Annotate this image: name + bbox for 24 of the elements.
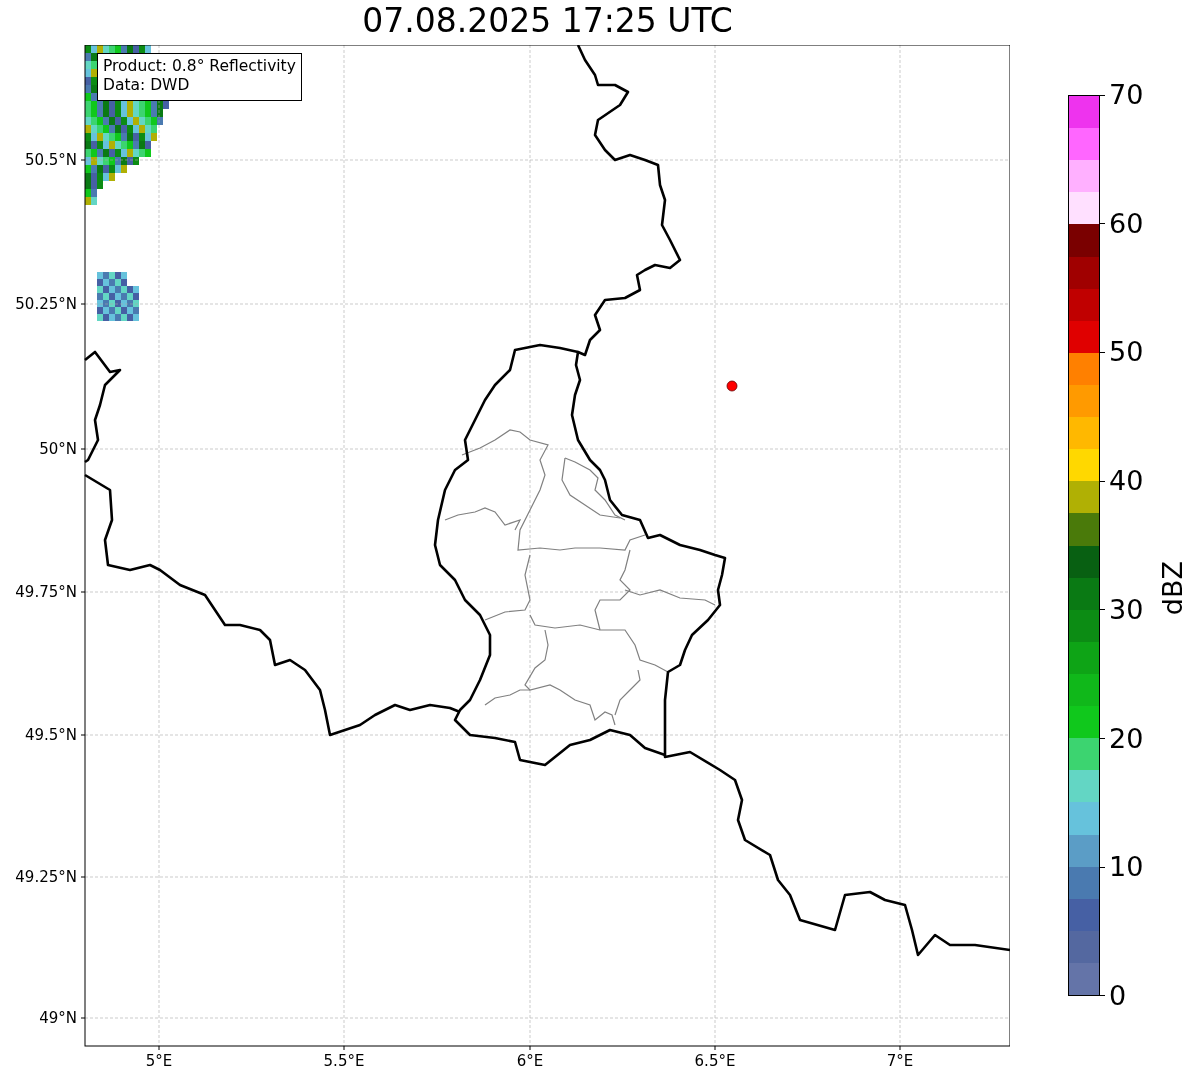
tick-label: 49.25°N	[15, 868, 77, 886]
tick-label: 7°E	[886, 1052, 914, 1070]
tick-label: 6.5°E	[694, 1052, 736, 1070]
tick-label: 30	[1109, 595, 1144, 624]
tick-label: 60	[1109, 209, 1144, 238]
info-text: Product: 0.8° Reflectivity	[103, 57, 296, 76]
tick-label: 10	[1109, 853, 1144, 882]
tick-label: 5.5°E	[323, 1052, 365, 1070]
tick-label: 49.5°N	[24, 726, 77, 744]
tick-label: 50	[1109, 338, 1144, 367]
info-text: Data: DWD	[103, 76, 191, 95]
tick-label: 50.25°N	[15, 295, 77, 313]
tick-label: 5°E	[145, 1052, 173, 1070]
chart-title: 07.08.2025 17:25 UTC	[362, 1, 733, 40]
tick-label: 70	[1109, 81, 1144, 109]
tick-label: 40	[1109, 467, 1144, 496]
tick-label: 49.75°N	[15, 583, 77, 601]
tick-label: 20	[1109, 724, 1144, 753]
tick-label: 0	[1109, 981, 1127, 1010]
tick-label: 49°N	[39, 1009, 77, 1027]
tick-label: 50.5°N	[24, 151, 77, 169]
tick-label: 6°E	[516, 1052, 544, 1070]
axis-label: dBZ	[1157, 560, 1189, 616]
tick-label: 50°N	[39, 440, 77, 458]
